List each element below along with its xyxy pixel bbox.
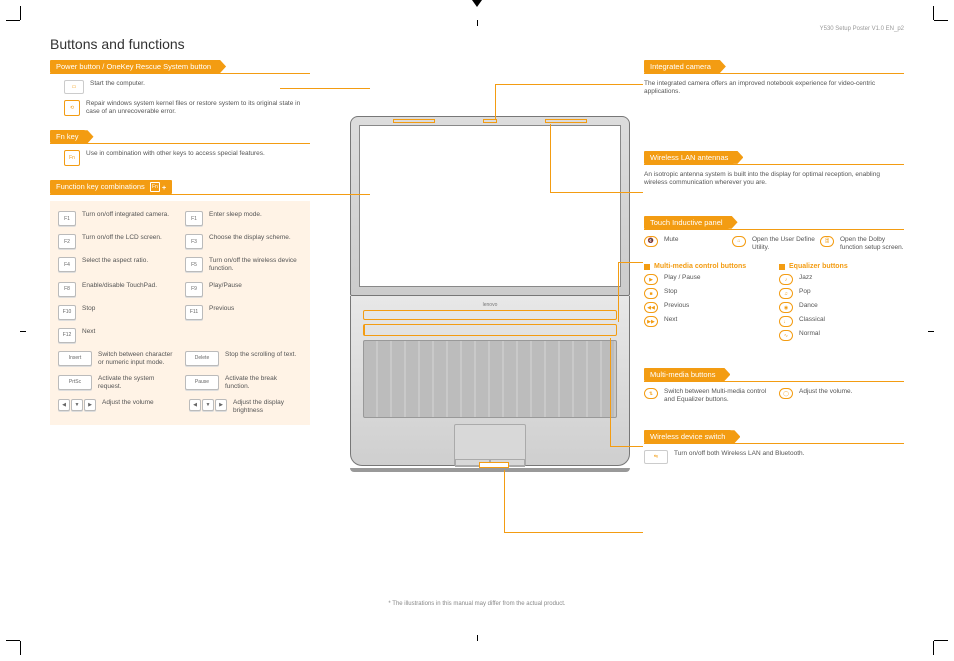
page-title: Buttons and functions (50, 36, 904, 52)
fnkey-desc: Use in combination with other keys to ac… (86, 150, 265, 158)
fn-item: F1Turn on/off integrated camera. (58, 211, 175, 226)
fn-item: DeleteStop the scrolling of text. (185, 351, 302, 367)
fnkey-section: Fn key Fn Use in combination with other … (50, 130, 310, 166)
fn-icon: Fn (64, 150, 80, 166)
list-icon: ■ (644, 288, 658, 299)
power-icon: ▭ (64, 80, 84, 94)
list-icon: ♫ (779, 288, 793, 299)
antenna-left-box (393, 119, 435, 123)
list-icon: ⇅ (644, 388, 658, 399)
power-label: Power button / OneKey Rescue System butt… (50, 60, 217, 73)
key-icon: F11 (185, 305, 203, 320)
wswitch-desc: Turn on/off both Wireless LAN and Blueto… (674, 450, 804, 458)
camera-label: Integrated camera (644, 60, 717, 73)
mmbuttons-label: Multi-media buttons (644, 368, 721, 381)
switch-box (479, 462, 509, 468)
touch-section: Touch Inductive panel 🔇Mute⌂Open the Use… (644, 216, 904, 344)
fn-item: F3Choose the display scheme. (185, 234, 302, 249)
key-icon: F10 (58, 305, 76, 320)
fn-item: InsertSwitch between character or numeri… (58, 351, 175, 367)
wlan-label: Wireless LAN antennas (644, 151, 734, 164)
fn-item: F12Next (58, 328, 175, 343)
list-icon: ▶▶ (644, 316, 658, 327)
fnkey-label: Fn key (50, 130, 85, 143)
list-icon: ▶ (644, 274, 658, 285)
doc-id: Y530 Setup Poster V1.0 EN_p2 (820, 26, 904, 32)
antenna-right-box (545, 119, 587, 123)
key-icon: F12 (58, 328, 76, 343)
list-icon: ◯ (779, 388, 793, 399)
key-icon: F9 (185, 282, 203, 297)
page: Y530 Setup Poster V1.0 EN_p2 Buttons and… (50, 36, 904, 625)
left-column: Power button / OneKey Rescue System butt… (50, 60, 310, 439)
camera-section: Integrated camera The integrated camera … (644, 60, 904, 97)
touch-panel-box (363, 310, 617, 320)
wlan-section: Wireless LAN antennas An isotropic anten… (644, 151, 904, 188)
camera-desc: The integrated camera offers an improved… (644, 80, 904, 97)
onekey-icon: ⟲ (64, 100, 80, 116)
list-icon: ♪ (779, 274, 793, 285)
footnote: * The illustrations in this manual may d… (388, 601, 565, 607)
power-text-2: Repair windows system kernel files or re… (86, 100, 310, 116)
mmbuttons-section: Multi-media buttons ⇅Switch between Mult… (644, 368, 904, 410)
fn-item: F10Stop (58, 305, 175, 320)
key-icon: F1 (185, 211, 203, 226)
key-icon: F2 (58, 234, 76, 249)
list-icon: ◀◀ (644, 302, 658, 313)
fncombo-label: Function key combinations Fn+ (50, 180, 172, 194)
switch-icon: ⇋ (644, 450, 668, 464)
fn-item: F8Enable/disable TouchPad. (58, 282, 175, 297)
key-icon: F4 (58, 257, 76, 272)
media-bar-box (363, 324, 617, 336)
key-icon: F8 (58, 282, 76, 297)
fn-item: PrtScActivate the system request. (58, 375, 175, 391)
touch-label: Touch Inductive panel (644, 216, 729, 229)
wlan-desc: An isotropic antenna system is built int… (644, 171, 904, 188)
fn-item: F5Turn on/off the wireless device functi… (185, 257, 302, 273)
key-icon: F3 (185, 234, 203, 249)
key-icon: PrtSc (58, 375, 92, 390)
touch-icon: 🔇 (644, 236, 658, 247)
wswitch-label: Wireless device switch (644, 430, 731, 443)
eq-head: Equalizer buttons (779, 263, 904, 270)
mm-head: Multi-media control buttons (644, 263, 769, 270)
list-icon: ♩ (779, 316, 793, 327)
list-icon: ◉ (779, 302, 793, 313)
fn-item: F9Play/Pause (185, 282, 302, 297)
power-section: Power button / OneKey Rescue System butt… (50, 60, 310, 116)
laptop-illustration: lenovo (350, 116, 630, 472)
key-icon: F1 (58, 211, 76, 226)
key-icon: Insert (58, 351, 92, 366)
fn-item: PauseActivate the break function. (185, 375, 302, 391)
key-icon: F5 (185, 257, 203, 272)
key-icon: Pause (185, 375, 219, 390)
touch-icon: ⌂ (732, 236, 746, 247)
fncombo-section: Function key combinations Fn+ F1Turn on/… (50, 180, 310, 425)
list-icon: ∿ (779, 330, 793, 341)
wswitch-section: Wireless device switch ⇋ Turn on/off bot… (644, 430, 904, 464)
touch-icon: 🎚 (820, 236, 834, 247)
power-text-1: Start the computer. (90, 80, 145, 88)
fn-item: F11Previous (185, 305, 302, 320)
fn-item: F4Select the aspect ratio. (58, 257, 175, 273)
fn-grid: F1Turn on/off integrated camera. F1Enter … (50, 201, 310, 425)
fn-item: F2Turn on/off the LCD screen. (58, 234, 175, 249)
fn-item: F1Enter sleep mode. (185, 211, 302, 226)
key-icon: Delete (185, 351, 219, 366)
right-column: Integrated camera The integrated camera … (644, 60, 904, 478)
